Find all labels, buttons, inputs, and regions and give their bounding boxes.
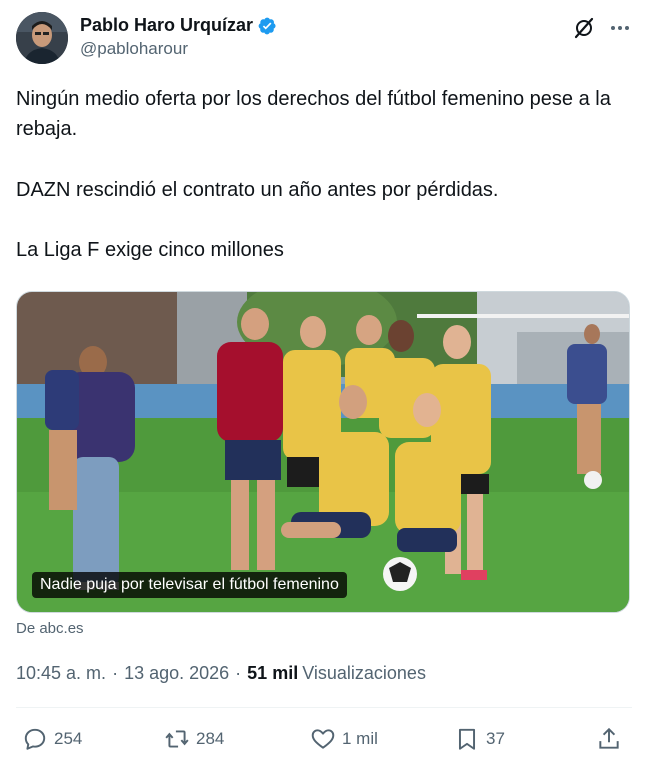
divider [16,707,632,708]
avatar[interactable] [16,12,68,64]
tweet-paragraph: La Liga F exige cinco millones [16,239,284,261]
verified-badge-icon [258,17,276,34]
card-source[interactable]: De abc.es [16,620,84,637]
display-name-row: Pablo Haro Urquízar [80,15,277,36]
action-bar: 254 284 1 mil 37 [22,726,626,756]
handle[interactable]: @pabloharour [80,39,277,59]
tweet-paragraph: Ningún medio oferta por los derechos del… [16,88,611,140]
meta-separator: · [235,663,242,683]
bookmark-count: 37 [486,729,505,748]
more-icon[interactable] [608,16,632,40]
reply-button[interactable]: 254 [22,726,82,752]
repost-button[interactable]: 284 [164,726,224,752]
like-icon [311,729,335,749]
grok-icon[interactable] [572,16,596,40]
meta-separator: · [112,663,119,683]
views-count: 51 mil [247,663,299,683]
like-count: 1 mil [342,729,378,748]
share-button[interactable] [596,726,622,752]
repost-count: 284 [196,729,225,748]
reply-icon [24,728,46,750]
share-icon [599,727,619,749]
tweet-header: Pablo Haro Urquízar @pabloharour [16,12,632,68]
link-card-image[interactable]: Nadie puja por televisar el fútbol femen… [16,291,630,613]
bookmark-icon [458,728,476,750]
like-button[interactable]: 1 mil [310,726,378,752]
views-label: Visualizaciones [302,663,426,683]
tweet-text: Ningún medio oferta por los derechos del… [16,84,626,295]
author-names: Pablo Haro Urquízar @pabloharour [80,15,277,59]
tweet-meta: 10:45 a. m. · 13 ago. 2026 · 51 mil Visu… [16,663,426,684]
tweet-time[interactable]: 10:45 a. m. [16,663,106,684]
reply-count: 254 [54,729,83,748]
tweet-date[interactable]: 13 ago. 2026 [124,663,229,684]
repost-icon [165,730,189,748]
bookmark-button[interactable]: 37 [454,726,505,752]
display-name[interactable]: Pablo Haro Urquízar [80,15,253,36]
card-caption: Nadie puja por televisar el fútbol femen… [32,572,347,598]
tweet-paragraph: DAZN rescindió el contrato un año antes … [16,179,499,201]
